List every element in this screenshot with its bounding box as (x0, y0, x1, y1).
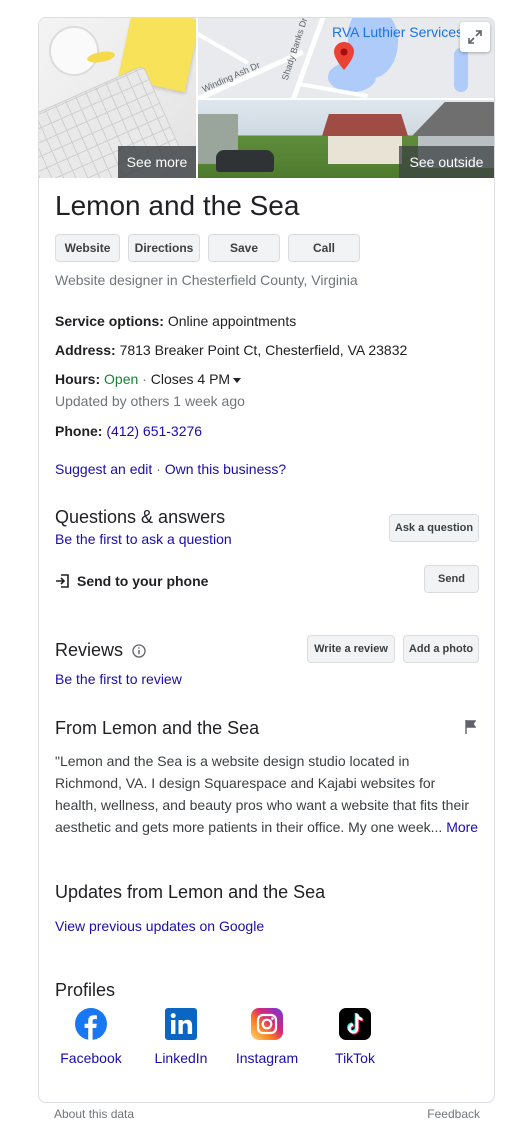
tiktok-icon (339, 1008, 371, 1040)
hours-separator: · (138, 371, 151, 387)
profiles-list: Facebook LinkedIn Instagram TikTok (55, 1008, 475, 1068)
previous-updates-link[interactable]: View previous updates on Google (55, 918, 264, 934)
add-photo-button[interactable]: Add a photo (403, 635, 479, 663)
send-button[interactable]: Send (424, 565, 479, 593)
save-button[interactable]: Save (208, 234, 280, 262)
action-buttons: Website Directions Save Call (55, 234, 360, 262)
info-icon[interactable] (132, 643, 146, 658)
business-photo[interactable]: See more (39, 18, 196, 178)
reviews-header: Reviews (55, 640, 146, 661)
updates-heading: Updates from Lemon and the Sea (55, 882, 326, 902)
glass-image (49, 26, 99, 76)
see-more-button[interactable]: See more (118, 146, 196, 178)
phone-row: Phone: (412) 651-3276 (55, 423, 202, 439)
profile-linkedin[interactable]: LinkedIn (149, 1008, 213, 1066)
edit-links: Suggest an edit · Own this business? (55, 461, 286, 477)
suggest-edit-link[interactable]: Suggest an edit (55, 461, 152, 477)
chevron-down-icon[interactable] (233, 377, 242, 383)
house-roof-image (322, 114, 408, 136)
profile-label: TikTok (335, 1050, 375, 1066)
profile-label: Instagram (235, 1050, 299, 1066)
expand-map-button[interactable] (460, 22, 490, 52)
address-label: Address: (55, 342, 116, 358)
about-data-link[interactable]: About this data (54, 1107, 134, 1121)
linkedin-icon (165, 1008, 197, 1040)
service-options-value: Online appointments (167, 313, 297, 329)
address-value: 7813 Breaker Point Ct, Chesterfield, VA … (119, 342, 408, 358)
edit-links-separator: · (152, 461, 165, 477)
directions-button[interactable]: Directions (128, 234, 200, 262)
map-thumbnail[interactable]: Winding Ash Dr Shady Banks Dr RVA Luthie… (198, 18, 494, 98)
map-place-label: RVA Luthier Services (332, 24, 463, 40)
send-to-phone-icon (56, 574, 69, 588)
house-roof-image (412, 102, 494, 136)
first-review-link[interactable]: Be the first to review (55, 671, 182, 687)
phone-label: Phone: (55, 423, 103, 439)
profile-label: Facebook (60, 1050, 122, 1066)
expand-icon (468, 30, 482, 44)
business-category: Website designer in Chesterfield County,… (55, 272, 358, 288)
hours-updated: Updated by others 1 week ago (55, 393, 245, 409)
phone-link[interactable]: (412) 651-3276 (106, 423, 202, 439)
first-question-link[interactable]: Be the first to ask a question (55, 531, 232, 547)
service-options-row: Service options: Online appointments (55, 313, 296, 329)
reviews-heading: Reviews (55, 640, 124, 660)
send-to-phone-label: Send to your phone (77, 573, 209, 589)
map-road (198, 31, 249, 65)
send-to-phone-link[interactable]: Send to your phone (55, 573, 208, 589)
business-panel: See more Winding Ash Dr Shady Banks Dr R… (38, 17, 495, 1103)
profile-label: LinkedIn (154, 1050, 208, 1066)
profile-facebook[interactable]: Facebook (59, 1008, 123, 1066)
profile-tiktok[interactable]: TikTok (325, 1008, 385, 1066)
map-water (454, 48, 468, 92)
own-business-link[interactable]: Own this business? (165, 461, 286, 477)
website-button[interactable]: Website (55, 234, 120, 262)
business-description: "Lemon and the Sea is a website design s… (55, 750, 480, 838)
hours-row[interactable]: Hours: Open · Closes 4 PM (55, 371, 242, 387)
more-link[interactable]: More (446, 819, 478, 835)
service-options-label: Service options: (55, 313, 164, 329)
qa-heading: Questions & answers (55, 507, 226, 527)
car-image (216, 150, 274, 172)
call-button[interactable]: Call (288, 234, 360, 262)
ask-question-button[interactable]: Ask a question (389, 514, 479, 542)
profile-instagram[interactable]: Instagram (231, 1008, 303, 1066)
profiles-heading: Profiles (55, 980, 116, 1000)
hours-status: Open (104, 371, 139, 387)
hours-label: Hours: (55, 371, 101, 387)
instagram-icon (251, 1008, 283, 1040)
feedback-link[interactable]: Feedback (427, 1107, 480, 1121)
facebook-icon (75, 1008, 107, 1040)
map-pin-icon (334, 42, 354, 70)
from-business-heading: From Lemon and the Sea (55, 718, 260, 738)
business-name: Lemon and the Sea (55, 190, 300, 221)
hours-close-time: Closes 4 PM (150, 371, 231, 387)
see-outside-button[interactable]: See outside (399, 146, 494, 178)
flag-icon[interactable] (465, 720, 477, 734)
business-description-text: "Lemon and the Sea is a website design s… (55, 753, 470, 835)
street-view-photo[interactable]: See outside (198, 100, 494, 178)
write-review-button[interactable]: Write a review (307, 635, 395, 663)
house-image (328, 136, 402, 164)
address-row: Address: 7813 Breaker Point Ct, Chesterf… (55, 342, 407, 358)
